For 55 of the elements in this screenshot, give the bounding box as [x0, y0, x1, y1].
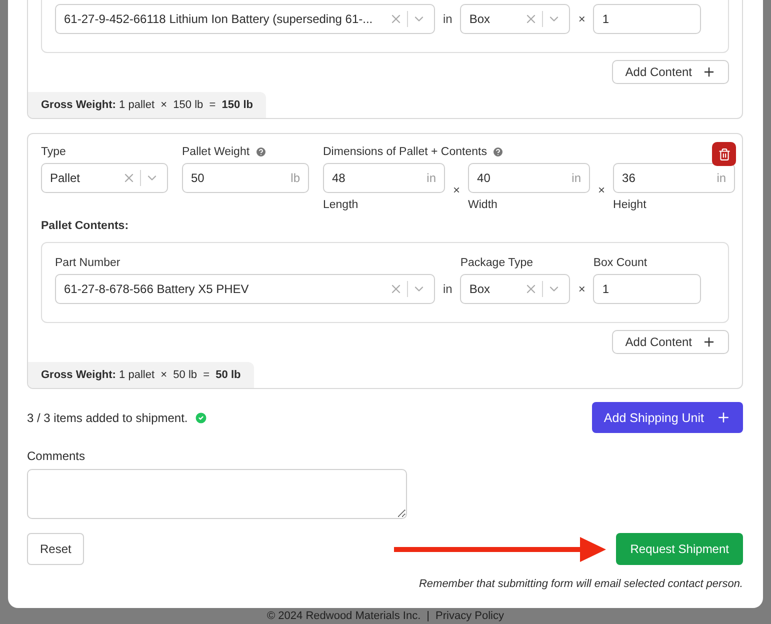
check-icon [194, 410, 208, 424]
add-content-button[interactable]: Add Content [612, 60, 729, 84]
dimension-field[interactable]: 40 in [468, 163, 590, 193]
clear-icon[interactable] [122, 171, 136, 185]
dimension-field[interactable]: 48 in [323, 163, 445, 193]
field-label: Package Type [460, 257, 534, 269]
field-label: Length [323, 199, 360, 211]
unit-text: in [716, 171, 726, 185]
field-label: Height [613, 199, 648, 211]
field-label: Part Number [55, 257, 122, 269]
select-field[interactable]: Box [460, 4, 570, 34]
field-label: Pallet Weight [182, 146, 250, 158]
field-label: Comments [27, 449, 86, 463]
add-shipping-unit-button[interactable]: Add Shipping Unit [592, 402, 743, 433]
box-count-field[interactable]: 1 [593, 4, 702, 34]
select-field[interactable]: 61-27-8-678-566 Battery X5 PHEV [55, 274, 435, 304]
select-field[interactable]: Box [460, 274, 570, 304]
separator-text: | [426, 610, 430, 622]
field-label: Type [41, 146, 67, 158]
in-text: in [443, 282, 452, 296]
unit-text: in [426, 171, 436, 185]
help-icon[interactable] [492, 146, 504, 158]
clear-icon[interactable] [389, 12, 403, 26]
plus-icon [702, 65, 716, 79]
field-label: Width [468, 199, 498, 211]
add-content-button[interactable]: Add Content [612, 330, 729, 354]
trash-icon [718, 148, 730, 160]
clear-icon[interactable] [389, 282, 403, 296]
copyright-text: © 2024 Redwood Materials Inc. [267, 610, 421, 622]
gross-weight-text: Gross Weight: 1 pallet × 150 lb = 150 lb [28, 92, 266, 118]
unit-text: in [572, 171, 582, 185]
plus-icon [702, 335, 716, 349]
privacy-policy-link[interactable]: Privacy Policy [436, 610, 504, 622]
times-text: × [578, 12, 586, 26]
comments-field[interactable] [27, 469, 407, 519]
times-text: × [578, 282, 586, 296]
field-label: Box Count [593, 257, 648, 269]
gross-weight-text: Gross Weight: 1 pallet × 50 lb = 50 lb [28, 362, 254, 388]
field-label: Dimensions of Pallet + Contents [323, 146, 487, 158]
times-text: × [453, 182, 460, 196]
select-field[interactable]: Pallet [41, 163, 168, 193]
help-icon[interactable] [254, 146, 267, 158]
dimension-field[interactable]: 36 in [613, 163, 736, 193]
select-field[interactable]: 61-27-9-452-66118 Lithium Ion Battery (superseding 61-... [55, 4, 435, 34]
unit-text: lb [290, 171, 300, 185]
delete-button[interactable] [712, 142, 736, 166]
times-text: × [598, 182, 606, 196]
status-text: 3 / 3 items added to shipment. [27, 410, 188, 424]
box-count-field[interactable]: 1 [593, 274, 702, 304]
note-text: Remember that submitting form will email selected contact person. [418, 578, 743, 590]
in-text: in [443, 12, 452, 26]
reset-button[interactable]: Reset [27, 533, 84, 565]
plus-icon [716, 410, 731, 425]
weight-field[interactable]: 50 lb [182, 163, 309, 193]
section-label: Pallet Contents: [41, 220, 130, 232]
